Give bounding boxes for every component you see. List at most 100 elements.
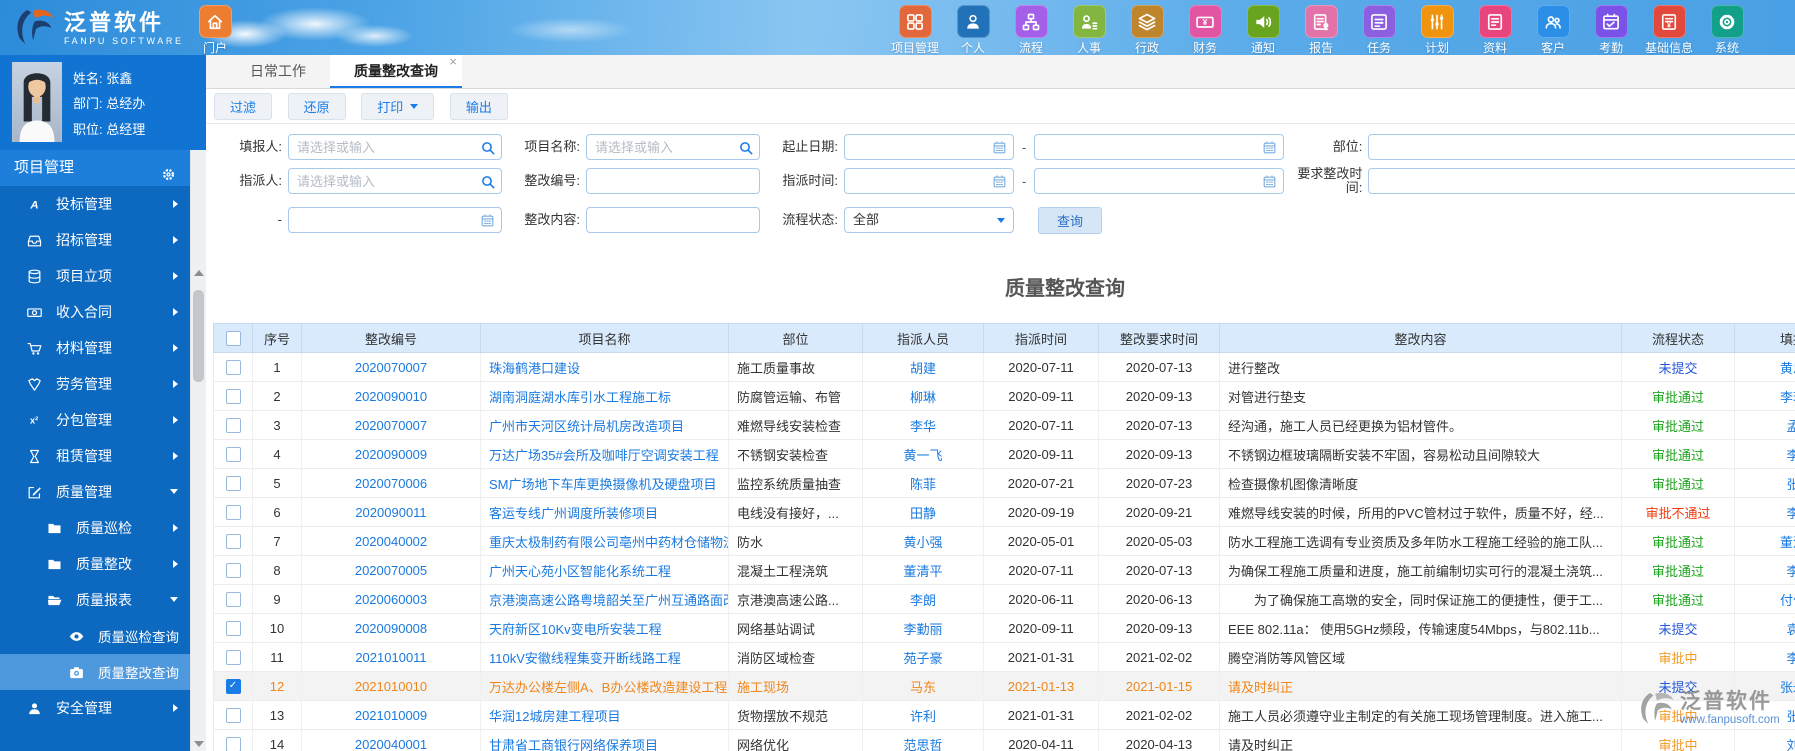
assignee-link[interactable]: 李华 (910, 419, 936, 434)
rectification-code-link[interactable]: 2020070005 (355, 563, 427, 578)
assignee-link[interactable]: 董清平 (903, 564, 942, 579)
reporter-link[interactable]: 李若若 (1780, 390, 1795, 405)
sidebar-item-2-tender[interactable]: 招标管理 (0, 222, 190, 258)
assignee-link[interactable]: 田静 (910, 506, 936, 521)
project-name-link[interactable]: 广州天心苑小区智能化系统工程 (489, 564, 671, 579)
topbar-module-flow[interactable]: 流程 (1002, 5, 1060, 56)
scroll-thumb[interactable] (193, 290, 204, 382)
project-name-link[interactable]: 华润12城房建工程项目 (489, 709, 620, 724)
tab-daily-work[interactable]: 日常工作 (226, 55, 330, 88)
part-field[interactable] (1368, 134, 1795, 160)
rectification-code-link[interactable]: 2020090008 (355, 621, 427, 636)
assignee-link[interactable]: 黄一飞 (903, 448, 942, 463)
assignee-link[interactable]: 许利 (910, 709, 936, 724)
reporter-link[interactable]: 袁鑫 (1786, 622, 1795, 637)
assignee-link[interactable]: 李朗 (910, 593, 936, 608)
search-icon[interactable] (738, 140, 754, 156)
assign-time-to-input[interactable] (1035, 169, 1284, 193)
rectification-code-link[interactable]: 2020070006 (355, 476, 427, 491)
sidebar-item-10-folder[interactable]: 质量巡检 (0, 510, 190, 546)
sidebar-item-15-safety[interactable]: 安全管理 (0, 690, 190, 726)
rectification-code-link[interactable]: 2020090009 (355, 447, 427, 462)
rectification-code-link[interactable]: 2020070007 (355, 418, 427, 433)
project-name-link[interactable]: 万达广场35#会所及咖啡厅空调安装工程 (489, 448, 719, 463)
reporter-link[interactable]: 刘健 (1786, 738, 1795, 751)
topbar-module-sliders[interactable]: 计划 (1408, 5, 1466, 56)
date-to-input[interactable] (1035, 135, 1284, 159)
project-name-link[interactable]: 万达办公楼左侧A、B办公楼改造建设工程 (489, 680, 727, 695)
topbar-module-money[interactable]: ¥ 财务 (1176, 5, 1234, 56)
assignee-link[interactable]: 马东 (910, 680, 936, 695)
reporter-input[interactable] (289, 135, 501, 159)
sidebar-item-13-eye[interactable]: 质量巡检查询 (0, 618, 190, 654)
row-checkbox[interactable] (225, 447, 241, 463)
search-icon[interactable] (480, 174, 496, 190)
sidebar-item-3-project[interactable]: 项目立项 (0, 258, 190, 294)
reporter-link[interactable]: 张鑫 (1786, 709, 1795, 724)
export-button[interactable]: 输出 (449, 93, 508, 120)
reporter-link[interactable]: 董清平 (1780, 535, 1795, 550)
topbar-module-gear[interactable]: 系统 (1698, 5, 1756, 56)
tab-quality-rectification-query[interactable]: 质量整改查询 × (330, 55, 462, 88)
sidebar-item-11-folder[interactable]: 质量整改 (0, 546, 190, 582)
rectification-code-link[interactable]: 2021010010 (355, 679, 427, 694)
topbar-module-layers[interactable]: 行政 (1118, 5, 1176, 56)
sidebar-item-9-quality[interactable]: 质量管理 (0, 474, 190, 510)
row-checkbox[interactable] (225, 737, 241, 751)
rectification-code-link[interactable]: 2020060003 (355, 592, 427, 607)
sidebar-item-6-labor[interactable]: 劳务管理 (0, 366, 190, 402)
restore-button[interactable]: 还原 (287, 93, 346, 120)
part-input[interactable] (1369, 135, 1795, 159)
date-to-field[interactable] (1034, 134, 1285, 160)
code-input[interactable] (587, 169, 759, 193)
calendar-icon[interactable] (992, 140, 1008, 156)
row-checkbox[interactable] (225, 360, 241, 376)
sidebar-item-14-camera[interactable]: 质量整改查询 (0, 654, 190, 690)
close-tab-icon[interactable]: × (449, 55, 457, 69)
status-select[interactable]: 全部 (844, 207, 1014, 233)
sidebar-item-8-lease[interactable]: 租赁管理 (0, 438, 190, 474)
scroll-up-icon[interactable] (194, 270, 204, 276)
project-name-link[interactable]: 珠海鹤港口建设 (489, 361, 580, 376)
assignee-link[interactable]: 柳琳 (910, 390, 936, 405)
project-name-link[interactable]: 客运专线广州调度所装修项目 (489, 506, 658, 521)
sidebar-item-4-contract[interactable]: 收入合同 (0, 294, 190, 330)
assignee-link[interactable]: 胡建 (910, 361, 936, 376)
calendar-icon[interactable] (1262, 174, 1278, 190)
content-field[interactable] (586, 207, 760, 233)
row-checkbox[interactable] (225, 592, 241, 608)
row-checkbox[interactable] (225, 418, 241, 434)
sidebar-item-1-bid[interactable]: A 投标管理 (0, 186, 190, 222)
assign-time-from-input[interactable] (845, 169, 1013, 193)
project-name-link[interactable]: SM广场地下车库更换摄像机及硬盘项目 (489, 477, 717, 492)
reporter-link[interactable]: 黄思璐 (1780, 361, 1795, 376)
required-time-field[interactable] (1368, 168, 1795, 194)
project-search-field[interactable] (586, 134, 760, 160)
scroll-down-icon[interactable] (194, 741, 204, 747)
project-name-link[interactable]: 京港澳高速公路粤境韶关至广州互通路面改造 (489, 593, 728, 608)
row-checkbox[interactable] (225, 534, 241, 550)
code-field[interactable] (586, 168, 760, 194)
reporter-link[interactable]: 李华 (1786, 448, 1795, 463)
reporter-link[interactable]: 张鑫 (1786, 477, 1795, 492)
assign-time-to-field[interactable] (1034, 168, 1285, 194)
project-name-link[interactable]: 湖南洞庭湖水库引水工程施工标 (489, 390, 671, 405)
assignee-link[interactable]: 苑子豪 (903, 651, 942, 666)
topbar-module-calendar[interactable]: 考勤 (1582, 5, 1640, 56)
print-button[interactable]: 打印 (361, 93, 435, 120)
rectification-code-link[interactable]: 2021010009 (355, 708, 427, 723)
row-checkbox[interactable] (225, 505, 241, 521)
required-time-to-input[interactable] (289, 208, 501, 232)
topbar-module-customers[interactable]: 客户 (1524, 5, 1582, 56)
content-input[interactable] (587, 208, 759, 232)
project-name-link[interactable]: 重庆太极制药有限公司亳州中药材仓储物流 (489, 535, 728, 550)
row-checkbox[interactable] (225, 563, 241, 579)
topbar-module-speaker[interactable]: 通知 (1234, 5, 1292, 56)
assign-time-from-field[interactable] (844, 168, 1014, 194)
sidebar-item-5-material[interactable]: 材料管理 (0, 330, 190, 366)
rectification-code-link[interactable]: 2020090011 (355, 505, 426, 520)
sidebar-item-7-subcontract[interactable]: x² 分包管理 (0, 402, 190, 438)
project-name-link[interactable]: 天府新区10Kv变电所安装工程 (489, 622, 662, 637)
rectification-code-link[interactable]: 2020040001 (355, 737, 427, 751)
assignee-link[interactable]: 黄小强 (903, 535, 942, 550)
